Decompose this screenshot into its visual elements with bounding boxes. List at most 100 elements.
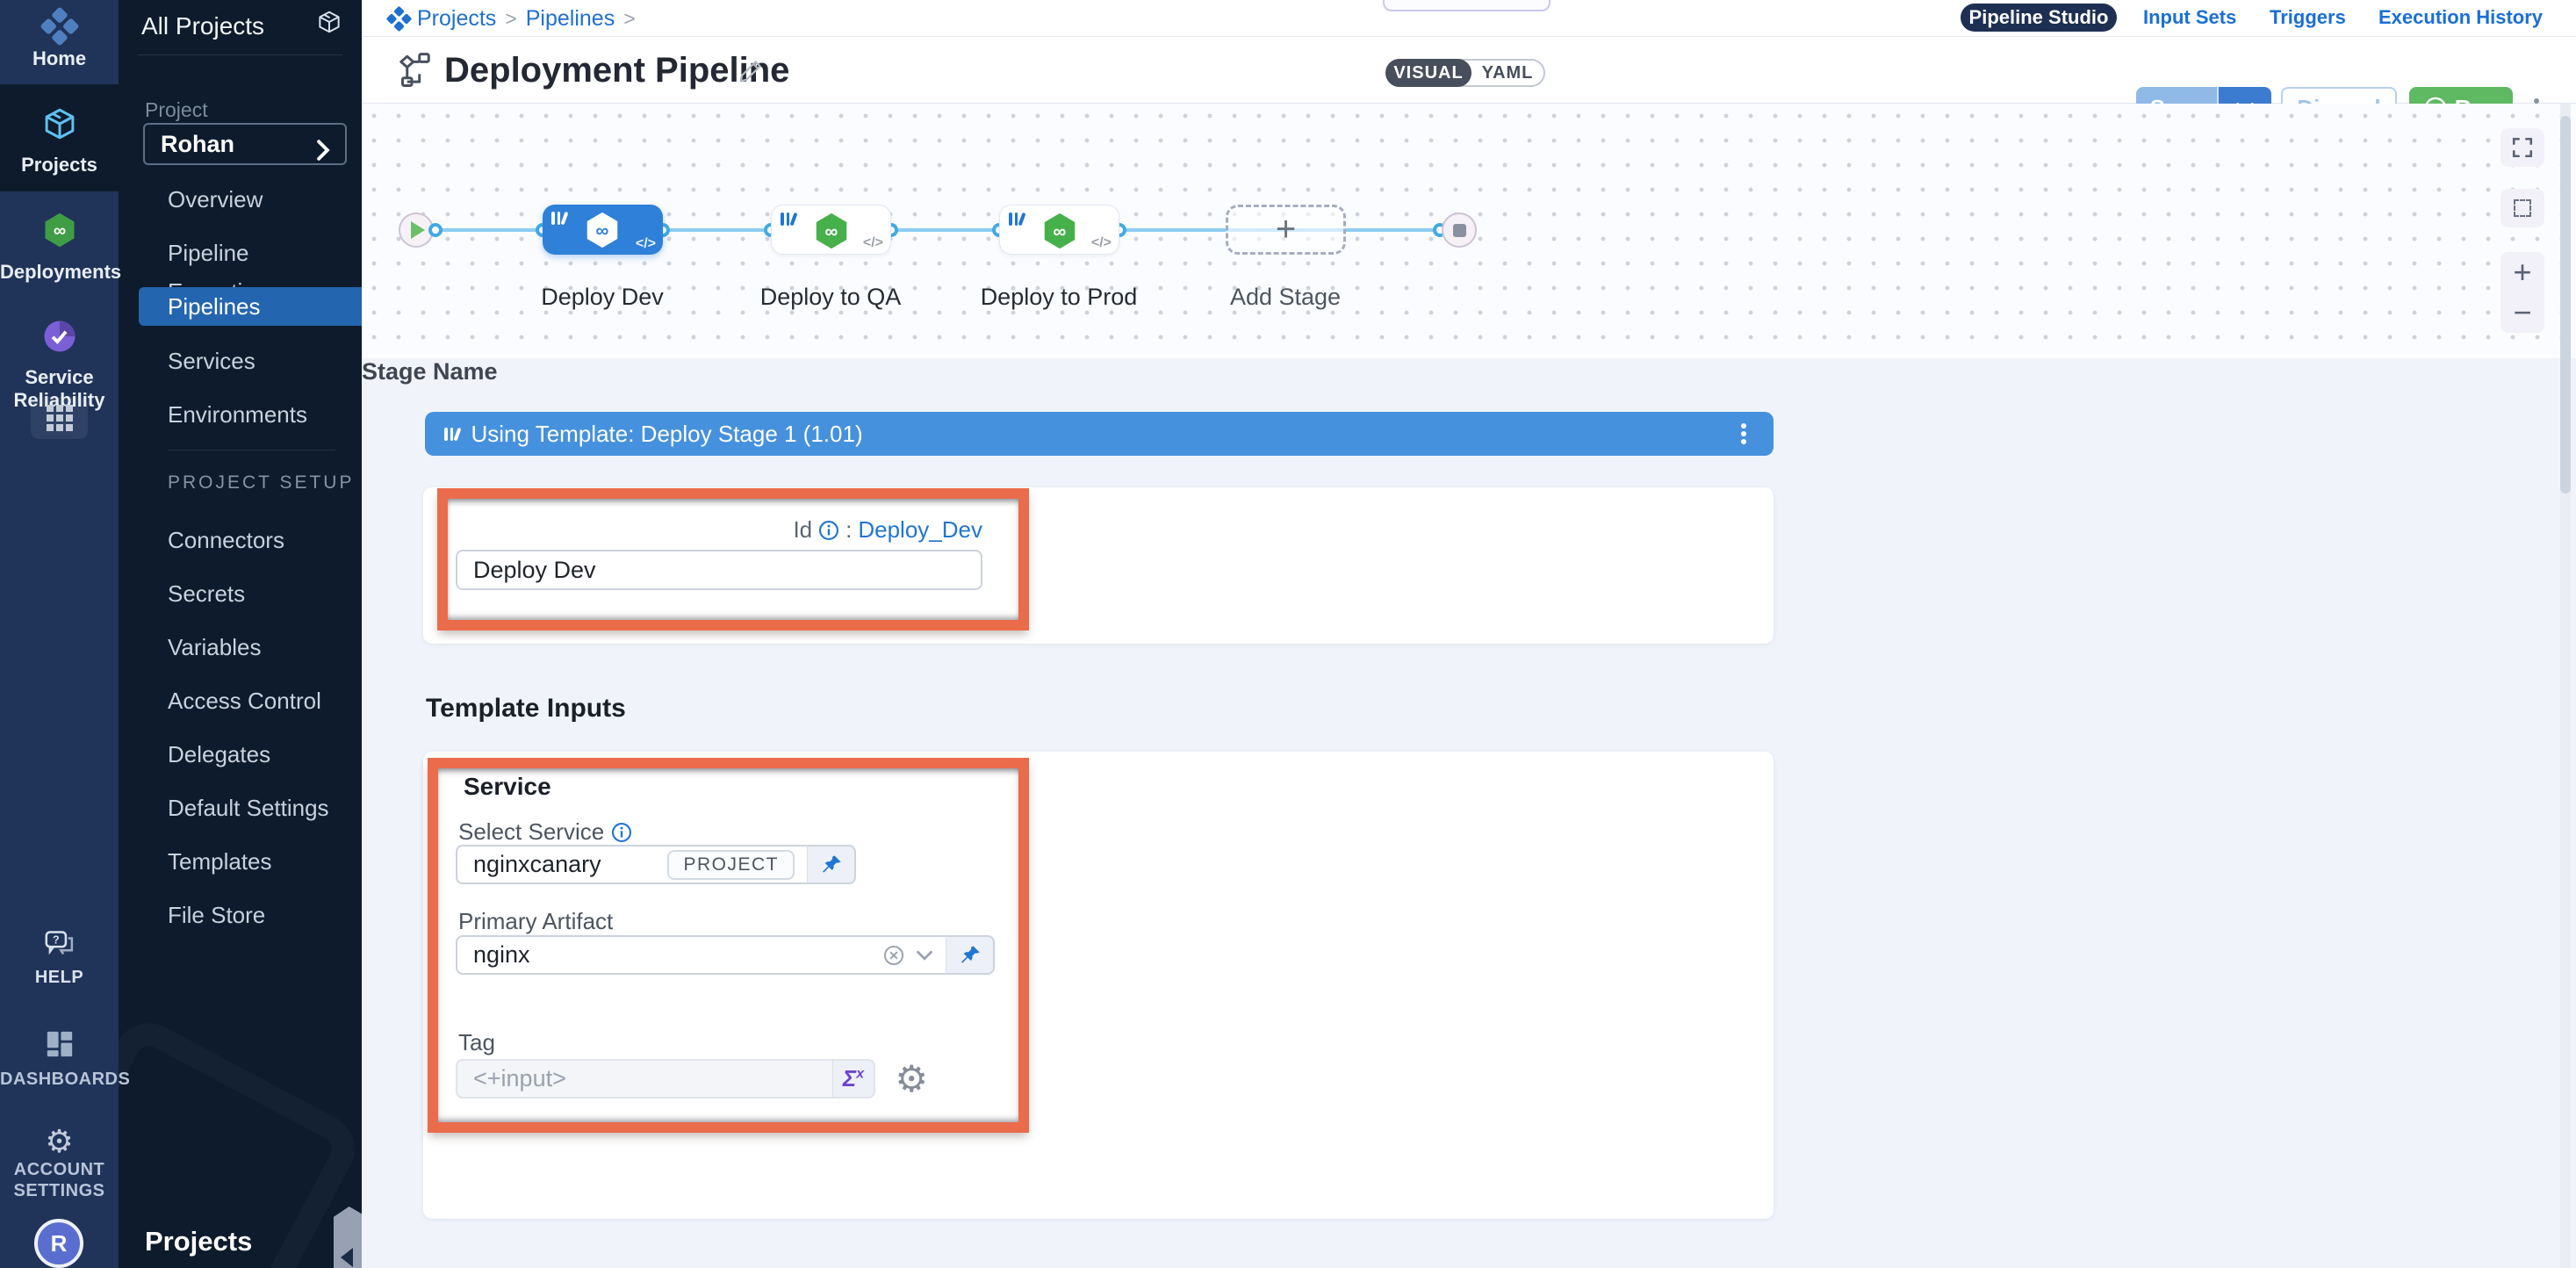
user-avatar[interactable]: R <box>34 1219 83 1268</box>
pipeline-end-node[interactable] <box>1442 213 1477 248</box>
scrollbar-thumb[interactable] <box>2560 116 2571 494</box>
project-label: Project <box>145 98 208 122</box>
toggle-visual[interactable]: VISUAL <box>1385 59 1471 87</box>
tag-input[interactable] <box>473 1065 820 1092</box>
collapse-arrow-icon <box>341 1248 353 1267</box>
service-select-field[interactable]: nginxcanary PROJECT <box>456 845 808 884</box>
add-stage-button[interactable]: + <box>1226 205 1346 255</box>
code-icon: </> <box>1091 235 1112 251</box>
pin-icon <box>820 854 843 876</box>
rail-item-projects[interactable]: Projects <box>0 84 119 191</box>
primary-artifact-label: Primary Artifact <box>458 908 613 935</box>
sidebar-collapse-handle[interactable] <box>334 1207 362 1268</box>
id-separator: : <box>845 516 852 544</box>
service-select-control: nginxcanary PROJECT <box>456 845 856 884</box>
clear-icon[interactable] <box>882 944 905 967</box>
tag-settings-gear-icon[interactable]: ⚙ <box>895 1061 928 1098</box>
tab-pipeline-studio[interactable]: Pipeline Studio <box>1961 4 2117 32</box>
toggle-yaml[interactable]: YAML <box>1459 59 1545 87</box>
stage-node-deploy-to-qa[interactable]: ∞ </> <box>771 205 891 255</box>
pin-service-button[interactable] <box>808 845 856 884</box>
stage-name-input[interactable] <box>456 550 982 590</box>
template-library-icon <box>444 428 459 441</box>
all-projects-header[interactable]: All Projects <box>141 12 264 40</box>
rail-item-help[interactable]: ? HELP <box>0 929 119 988</box>
avatar-initial: R <box>51 1230 68 1257</box>
sidebar-item-templates[interactable]: Templates <box>119 842 362 881</box>
service-value: nginxcanary <box>473 851 601 878</box>
tag-input-wrap <box>456 1059 833 1099</box>
sidebar-item-variables[interactable]: Variables <box>119 628 362 666</box>
zoom-in-button[interactable]: + <box>2513 256 2531 288</box>
service-reliability-icon <box>41 318 78 355</box>
rail-deployments-label: Deployments <box>0 261 119 284</box>
cd-hexagon-icon: ∞ <box>40 211 79 249</box>
sidebar-item-environments[interactable]: Environments <box>119 395 362 434</box>
project-sidebar: All Projects Project Rohan Overview Pipe… <box>119 0 362 1268</box>
canvas-fullscreen-button[interactable] <box>2500 128 2544 167</box>
all-projects-cube-icon[interactable] <box>316 9 342 40</box>
using-template-banner[interactable]: Using Template: Deploy Stage 1 (1.01) <box>425 412 1774 456</box>
rail-item-dashboards[interactable]: DASHBOARDS <box>0 1029 119 1090</box>
sidebar-item-overview[interactable]: Overview <box>119 180 362 219</box>
svg-text:∞: ∞ <box>595 220 608 241</box>
marquee-selection-icon <box>2514 199 2531 217</box>
stage-id-value[interactable]: Deploy_Dev <box>858 516 982 544</box>
info-icon[interactable] <box>818 520 839 541</box>
cd-stage-icon: ∞ <box>582 210 622 250</box>
stage-node-deploy-dev[interactable]: ∞ </> <box>543 205 663 255</box>
sidebar-item-pipeline-executions[interactable]: Pipeline Executions <box>119 234 362 272</box>
rail-item-account-settings[interactable]: ⚙ ACCOUNT SETTINGS <box>0 1126 119 1201</box>
tab-input-sets[interactable]: Input Sets <box>2143 4 2236 32</box>
zoom-out-button[interactable]: − <box>2513 297 2531 328</box>
account-settings-label: ACCOUNT SETTINGS <box>11 1159 108 1201</box>
stage-label-deploy-dev[interactable]: Deploy Dev <box>497 284 708 311</box>
edit-pencil-icon[interactable] <box>738 58 764 89</box>
template-badge-icon <box>551 212 566 225</box>
project-selector[interactable]: Rohan <box>143 123 347 165</box>
expression-sigma-icon: Σx <box>843 1065 864 1092</box>
sidebar-item-file-store[interactable]: File Store <box>119 896 362 934</box>
breadcrumb-separator: > <box>505 7 516 31</box>
cd-stage-icon: ∞ <box>811 211 852 251</box>
project-selector-value: Rohan <box>161 131 234 157</box>
sidebar-item-access-control[interactable]: Access Control <box>119 681 362 720</box>
stage-label-deploy-to-prod[interactable]: Deploy to Prod <box>953 284 1164 311</box>
canvas-select-button[interactable] <box>2500 189 2544 227</box>
rail-item-service-reliability[interactable]: Service Reliability <box>0 304 119 409</box>
harness-logo-icon <box>40 6 79 46</box>
sidebar-item-delegates[interactable]: Delegates <box>119 735 362 774</box>
runtime-input-type-button[interactable]: Σx <box>833 1059 876 1099</box>
sidebar-item-default-settings[interactable]: Default Settings <box>119 789 362 827</box>
rail-item-deployments[interactable]: ∞ Deployments <box>0 191 119 304</box>
breadcrumb-pipelines[interactable]: Pipelines <box>526 6 615 32</box>
rail-item-home[interactable]: Home <box>0 0 119 84</box>
pin-artifact-button[interactable] <box>946 935 995 975</box>
breadcrumb: Projects > Pipelines > <box>390 0 636 37</box>
stage-node-deploy-to-prod[interactable]: ∞ </> <box>999 205 1119 255</box>
cutoff-popover-remnant <box>1383 0 1551 11</box>
sidebar-item-connectors[interactable]: Connectors <box>119 521 362 559</box>
template-options-kebab[interactable] <box>1735 421 1752 447</box>
tag-control: Σx ⚙ <box>456 1059 928 1099</box>
connector-dot <box>428 223 443 237</box>
settings-gear-icon: ⚙ <box>45 1123 73 1159</box>
tab-triggers[interactable]: Triggers <box>2270 4 2346 32</box>
dashboards-label: DASHBOARDS <box>0 1069 119 1090</box>
sidebar-item-secrets[interactable]: Secrets <box>119 574 362 613</box>
sidebar-item-pipelines[interactable]: Pipelines <box>139 287 362 326</box>
breadcrumb-projects[interactable]: Projects <box>417 6 496 32</box>
stage-label-deploy-to-qa[interactable]: Deploy to QA <box>725 284 936 311</box>
primary-artifact-value: nginx <box>473 941 530 969</box>
chevron-down-icon[interactable] <box>916 949 933 962</box>
pipeline-canvas[interactable]: ∞ </> ∞ </> ∞ </> + <box>362 104 2576 358</box>
cd-stage-icon: ∞ <box>1040 211 1080 251</box>
primary-artifact-field[interactable]: nginx <box>456 935 946 975</box>
add-stage-label[interactable]: Add Stage <box>1180 284 1391 311</box>
pipeline-titlebar: Deployment Pipeline VISUAL YAML Save Dis… <box>362 37 2576 104</box>
modules-grid-button[interactable] <box>31 397 88 439</box>
info-icon[interactable] <box>611 822 632 843</box>
stage-config-panel: Using Template: Deploy Stage 1 (1.01) St… <box>362 358 2576 1268</box>
sidebar-item-services[interactable]: Services <box>119 342 362 380</box>
tab-execution-history[interactable]: Execution History <box>2378 4 2543 32</box>
